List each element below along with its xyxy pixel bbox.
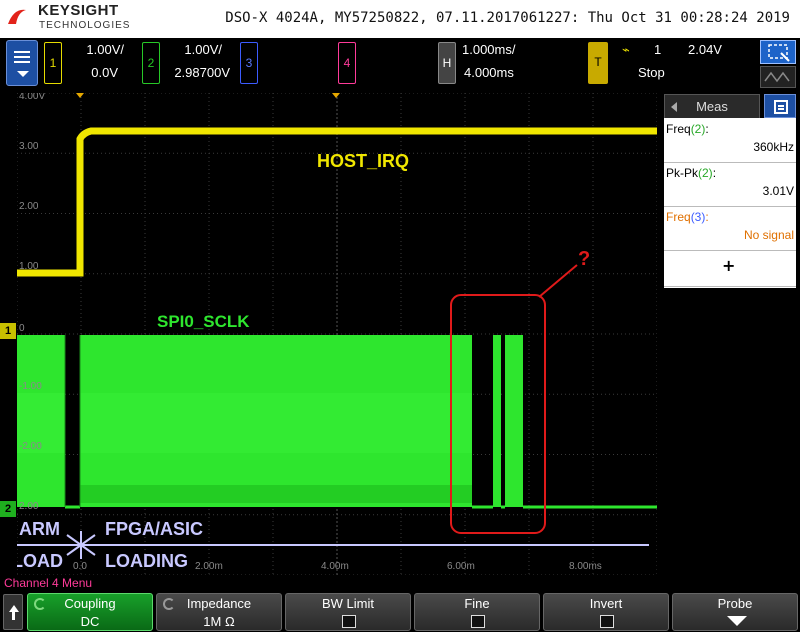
channel-2-button[interactable]: 2 bbox=[142, 42, 160, 84]
brand-name: KEYSIGHT bbox=[38, 2, 119, 19]
y-tick-label: 3.00 bbox=[19, 141, 39, 152]
main-menu-button[interactable] bbox=[6, 40, 38, 86]
bw-limit-softkey[interactable]: BW Limit bbox=[285, 593, 411, 631]
meas-tab[interactable]: Meas bbox=[664, 94, 760, 118]
add-measurement-button[interactable]: + bbox=[722, 256, 735, 275]
annotation-arm: ARM bbox=[19, 519, 60, 539]
list-icon bbox=[774, 100, 788, 114]
meas-value: No signal bbox=[743, 228, 794, 242]
brand-subtitle: TECHNOLOGIES bbox=[39, 20, 131, 31]
meas-item-freq-2[interactable]: Freq(2): 360kHz bbox=[666, 122, 794, 154]
divider bbox=[664, 206, 796, 207]
arrow-down-icon bbox=[727, 616, 747, 626]
annotation-host-irq: HOST_IRQ bbox=[317, 151, 409, 171]
divider bbox=[664, 286, 796, 287]
softkey-bar: Coupling DC Impedance 1M Ω BW Limit Fine… bbox=[0, 591, 800, 632]
trigger-source: 1 bbox=[654, 42, 662, 57]
ch1-scale: 1.00V/ bbox=[86, 42, 124, 57]
y-tick-label: 4.00V bbox=[19, 93, 45, 102]
ch2-offset: 2.98700V bbox=[174, 65, 230, 80]
checkbox bbox=[600, 615, 614, 628]
x-tick-label: 4.00m bbox=[321, 561, 349, 572]
y-tick-label: 1.00 bbox=[19, 261, 39, 272]
y-tick-label: 2.00 bbox=[19, 501, 39, 512]
title-bar: KEYSIGHT TECHNOLOGIES DSO-X 4024A, MY572… bbox=[0, 0, 800, 38]
meas-menu-button[interactable] bbox=[764, 94, 796, 118]
horizontal-button[interactable]: H bbox=[438, 42, 456, 84]
waveform-mode-button[interactable] bbox=[760, 66, 796, 88]
annotation-fpga: FPGA/ASIC bbox=[105, 519, 203, 539]
trigger-level: 2.04V bbox=[688, 42, 722, 57]
y-tick-label: -1.00 bbox=[19, 381, 42, 392]
meas-tab-label: Meas bbox=[696, 99, 728, 114]
invert-softkey[interactable]: Invert bbox=[543, 593, 669, 631]
checkbox bbox=[342, 615, 356, 628]
channel-header: 1 1.00V/ 0.0V 2 1.00V/ 2.98700V 3 4 H 1.… bbox=[0, 38, 800, 92]
meas-item-freq-3[interactable]: Freq(3): No signal bbox=[666, 210, 794, 242]
horizontal-delay: 4.000ms bbox=[464, 65, 514, 80]
zoom-box-icon bbox=[768, 44, 790, 62]
menu-icon bbox=[14, 51, 30, 63]
horizontal-scale: 1.000ms/ bbox=[462, 42, 516, 57]
channel-3-button[interactable]: 3 bbox=[240, 42, 258, 84]
measurement-list: Freq(2): 360kHz Pk-Pk(2): 3.01V Freq(3):… bbox=[664, 118, 796, 288]
probe-softkey[interactable]: Probe bbox=[672, 593, 798, 631]
x-tick-label: 2.00m bbox=[195, 561, 223, 572]
x-tick-label: 0.0 bbox=[73, 561, 87, 572]
ch1-ground-marker[interactable]: 1 bbox=[0, 323, 16, 339]
menu-up-button[interactable] bbox=[3, 594, 23, 630]
acquisition-status: Stop bbox=[638, 65, 665, 80]
keysight-logo-icon bbox=[8, 9, 26, 24]
waveform-icon bbox=[764, 71, 790, 83]
ch2-scale: 1.00V/ bbox=[184, 42, 222, 57]
zoom-select-button[interactable] bbox=[760, 40, 796, 64]
scope-info: DSO-X 4024A, MY57250822, 07.11.201706122… bbox=[225, 10, 790, 26]
waveform-display[interactable]: ? HOST_IRQ SPI0_SCLK ARM LOAD FPGA/ASIC … bbox=[17, 93, 657, 575]
meas-item-pkpk-2[interactable]: Pk-Pk(2): 3.01V bbox=[666, 166, 794, 198]
coupling-softkey[interactable]: Coupling DC bbox=[27, 593, 153, 631]
annotation-question: ? bbox=[578, 248, 590, 270]
ch1-offset: 0.0V bbox=[91, 65, 118, 80]
meas-value: 360kHz bbox=[753, 140, 794, 154]
channel-1-button[interactable]: 1 bbox=[44, 42, 62, 84]
impedance-softkey[interactable]: Impedance 1M Ω bbox=[156, 593, 282, 631]
annotation-spi-sclk: SPI0_SCLK bbox=[157, 312, 250, 331]
annotation-load: LOAD bbox=[17, 551, 63, 571]
y-tick-label: -2.00 bbox=[19, 441, 42, 452]
chevron-down-icon bbox=[17, 71, 29, 77]
x-tick-label: 6.00m bbox=[447, 561, 475, 572]
y-tick-label: 0 bbox=[19, 323, 25, 334]
menu-title: Channel 4 Menu bbox=[4, 576, 93, 590]
chevron-left-icon bbox=[671, 102, 677, 112]
meas-value: 3.01V bbox=[762, 184, 794, 198]
measurement-panel: Meas Freq(2): 360kHz Pk-Pk(2): 3.01V Fre… bbox=[660, 94, 800, 576]
fine-softkey[interactable]: Fine bbox=[414, 593, 540, 631]
x-tick-label: 8.00ms bbox=[569, 561, 602, 572]
divider bbox=[664, 250, 796, 251]
y-tick-label: 2.00 bbox=[19, 201, 39, 212]
annotation-boundary-marker bbox=[63, 531, 99, 559]
rising-edge-icon: ⌁ bbox=[622, 43, 630, 58]
checkbox bbox=[471, 615, 485, 628]
trigger-button[interactable]: T bbox=[588, 42, 608, 84]
channel-4-button[interactable]: 4 bbox=[338, 42, 356, 84]
annotation-loading: LOADING bbox=[105, 551, 188, 571]
ch2-ground-marker[interactable]: 2 bbox=[0, 501, 16, 517]
divider bbox=[664, 162, 796, 163]
